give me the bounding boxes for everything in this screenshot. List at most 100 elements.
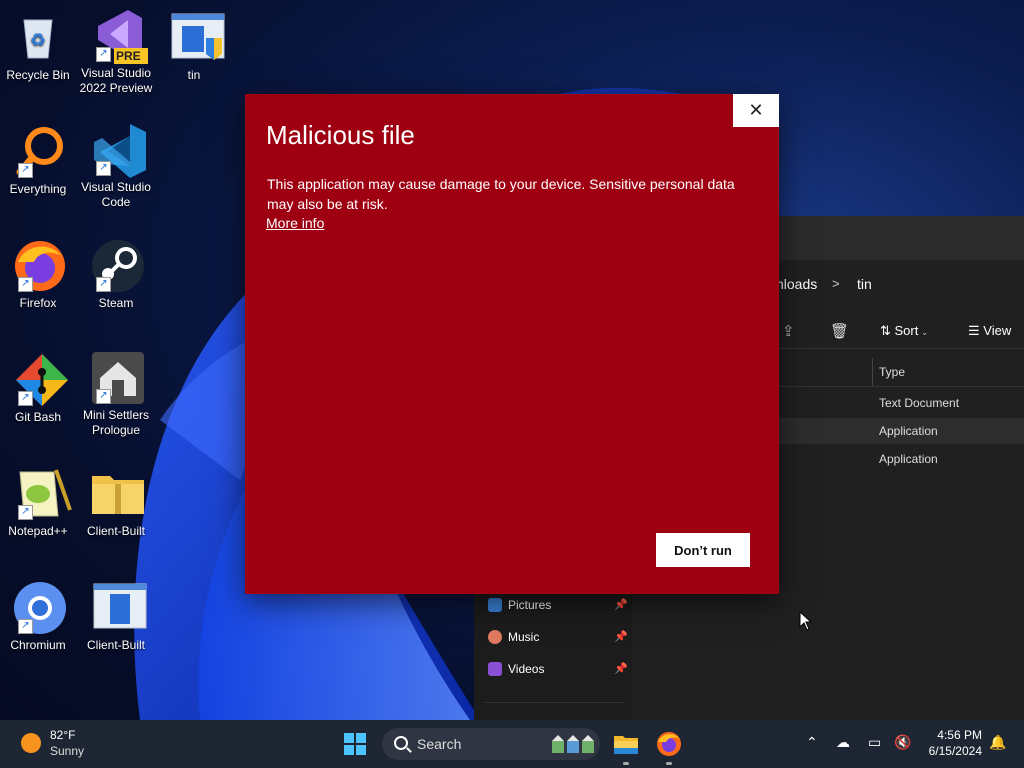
desktop-icon-firefox[interactable]: ↗ Firefox [0, 238, 76, 311]
clock-date: 6/15/2024 [928, 744, 982, 758]
nav-item-music[interactable]: Music 📌 [488, 627, 628, 647]
steam-icon: ↗ [90, 238, 144, 292]
mini-settlers-icon: ↗ [90, 350, 144, 404]
notepadpp-icon: ↗ [12, 466, 72, 520]
pin-icon[interactable]: 📌 [614, 627, 628, 647]
firefox-icon: ↗ [12, 238, 65, 292]
sort-icon: ⇅ [880, 323, 895, 338]
delete-icon[interactable]: 🗑 [830, 322, 849, 340]
folder-icon [614, 736, 638, 754]
explorer-nav-pane: Pictures 📌 Music 📌 Videos 📌 [474, 594, 632, 720]
dialog-message: This application may cause damage to you… [267, 176, 735, 212]
nav-item-videos[interactable]: Videos 📌 [488, 659, 628, 679]
network-icon[interactable]: ▭ [868, 734, 881, 751]
desktop-icon-mini-settlers[interactable]: ↗ Mini Settlers Prologue [78, 350, 154, 438]
application-icon [168, 10, 225, 62]
recycle-bin-icon: ♻ [12, 10, 64, 62]
clock-time: 4:56 PM [937, 728, 982, 742]
desktop-icon-client-built-app[interactable]: Client-Built [78, 580, 154, 653]
shortcut-arrow-icon: ↗ [96, 47, 111, 62]
desktop-icon-recycle-bin[interactable]: ♻ Recycle Bin [0, 10, 76, 83]
videos-icon [488, 662, 502, 676]
search-label: Search [417, 736, 462, 752]
desktop-icon-label: Firefox [19, 296, 57, 310]
desktop-icon-visual-studio-preview[interactable]: PRE ↗ Visual Studio 2022 Preview [78, 8, 154, 96]
desktop-icon-label: Chromium [10, 638, 66, 652]
desktop-icon-label: Client-Built [86, 638, 146, 652]
desktop-icon-label: tin [187, 68, 201, 82]
sort-button[interactable]: ⇅ Sort ⌄ [880, 323, 928, 339]
shortcut-arrow-icon: ↗ [18, 163, 33, 178]
desktop-icon-label: Visual Studio Code [81, 180, 151, 209]
column-divider[interactable] [872, 358, 873, 386]
breadcrumb-separator: > [832, 276, 840, 291]
shortcut-arrow-icon: ↗ [18, 277, 33, 292]
application-icon [90, 580, 147, 632]
show-hidden-icons-chevron-up-icon[interactable]: ⌃ [806, 734, 818, 751]
desktop-icon-client-built-folder[interactable]: Client-Built [78, 466, 154, 539]
column-header-type[interactable]: Type [879, 365, 905, 379]
desktop-icon-label: Visual Studio 2022 Preview [79, 66, 153, 95]
running-indicator [623, 762, 629, 765]
dialog-title: Malicious file [266, 120, 415, 150]
desktop-icon-steam[interactable]: ↗ Steam [78, 238, 154, 311]
desktop-icon-tin[interactable]: tin [156, 10, 232, 83]
cell-type: Application [879, 424, 938, 438]
shortcut-arrow-icon: ↗ [18, 391, 33, 406]
chromium-icon: ↗ [12, 580, 66, 634]
shortcut-arrow-icon: ↗ [96, 161, 111, 176]
nav-item-label: Videos [508, 662, 545, 676]
start-button[interactable] [344, 733, 366, 755]
music-icon [488, 630, 502, 644]
nav-item-label: Music [508, 630, 540, 644]
shortcut-arrow-icon: ↗ [96, 277, 111, 292]
pre-badge: PRE [116, 49, 141, 63]
share-icon[interactable]: ⇪ [782, 322, 795, 340]
desktop-icon-notepadpp[interactable]: ↗ Notepad++ [0, 466, 76, 539]
desktop-icon-label: Steam [98, 296, 134, 310]
desktop-icon-label: Everything [9, 182, 67, 196]
running-indicator [666, 762, 672, 765]
search-highlight-icon [552, 735, 594, 753]
desktop-icon-vscode[interactable]: ↗ Visual Studio Code [78, 122, 154, 210]
taskbar-firefox[interactable] [655, 730, 683, 758]
shortcut-arrow-icon: ↗ [96, 389, 111, 404]
weather-temp: 82°F [50, 728, 76, 742]
breadcrumb-tin[interactable]: tin [857, 276, 872, 292]
zip-folder-icon [90, 466, 144, 518]
mouse-cursor-icon [799, 611, 813, 631]
visual-studio-icon: PRE ↗ [90, 8, 148, 64]
nav-item-pictures[interactable]: Pictures 📌 [488, 595, 628, 615]
taskbar: 82°F Sunny Search ⌃ ☁ ▭ 🔇 4:56 PM 6/15/2… [0, 720, 1024, 768]
desktop-icon-chromium[interactable]: ↗ Chromium [0, 580, 76, 653]
firefox-icon [657, 732, 681, 756]
onedrive-offline-icon[interactable]: ☁ [836, 734, 850, 751]
everything-search-icon: ↗ [12, 124, 64, 178]
malicious-file-dialog: ✕ Malicious file This application may ca… [245, 94, 779, 594]
close-button[interactable]: ✕ [733, 94, 779, 127]
view-icon: ☰ [968, 323, 984, 338]
more-info-link[interactable]: More info [266, 215, 324, 231]
cell-type: Application [879, 452, 938, 466]
nav-item-label: Pictures [508, 598, 552, 612]
taskbar-search-box[interactable]: Search [382, 728, 600, 760]
weather-condition: Sunny [50, 744, 85, 758]
cell-type: Text Document [879, 396, 960, 410]
view-button[interactable]: ☰ View [968, 323, 1011, 339]
shortcut-arrow-icon: ↗ [18, 505, 33, 520]
windows-logo-icon [344, 733, 354, 743]
pin-icon[interactable]: 📌 [614, 595, 628, 615]
taskbar-file-explorer[interactable] [612, 730, 640, 758]
notifications-bell-icon[interactable]: 🔔 [989, 734, 1006, 751]
dont-run-button[interactable]: Don’t run [656, 533, 750, 567]
volume-muted-icon[interactable]: 🔇 [894, 734, 911, 751]
vscode-icon: ↗ [90, 122, 146, 178]
desktop-icon-git-bash[interactable]: ↗ Git Bash [0, 352, 76, 425]
pictures-icon [488, 598, 502, 612]
pin-icon[interactable]: 📌 [614, 659, 628, 679]
breadcrumb-downloads[interactable]: nloads [776, 276, 817, 292]
git-bash-icon: ↗ [12, 352, 68, 406]
desktop-icon-everything[interactable]: ↗ Everything [0, 124, 76, 197]
nav-divider [484, 702, 624, 703]
sun-icon [21, 733, 41, 753]
